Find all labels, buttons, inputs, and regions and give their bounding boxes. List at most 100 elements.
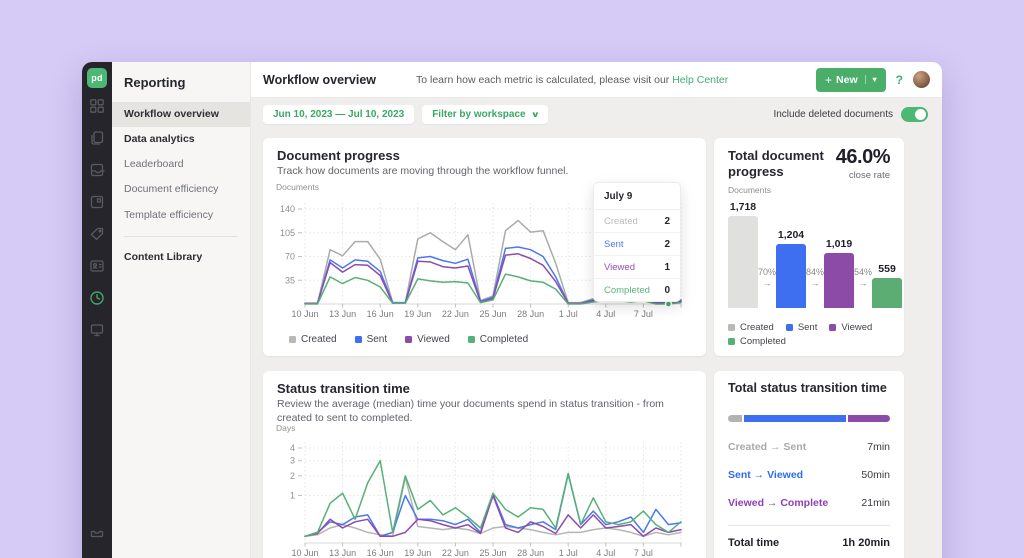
arrow-right-icon: → (763, 278, 772, 290)
document-progress-card: Document progress Track how documents ar… (263, 138, 706, 356)
sidebar-item-leaderboard[interactable]: Leaderboard (112, 152, 250, 177)
right-column: Total document progress 46.0% close rate… (714, 138, 904, 558)
total-document-progress-card: Total document progress 46.0% close rate… (714, 138, 904, 356)
transition-row-viewed-complete: Viewed → Complete 21min (728, 489, 890, 517)
help-center-link[interactable]: Help Center (672, 74, 728, 86)
bar (728, 216, 758, 308)
sidebar-divider (124, 236, 238, 237)
apps-display-icon[interactable] (89, 322, 105, 338)
tooltip-row-created: Created2 (594, 210, 680, 232)
total-status-transition-card: Total status transition time Created → S… (714, 371, 904, 558)
svg-text:22 Jun: 22 Jun (442, 548, 469, 558)
sidebar-item-workflow-overview[interactable]: Workflow overview (112, 102, 250, 127)
reports-icon-active[interactable] (89, 290, 105, 306)
avatar[interactable] (913, 71, 930, 88)
svg-text:19 Jun: 19 Jun (404, 309, 431, 319)
date-range-picker[interactable]: Jun 10, 2023 — Jul 10, 2023 (263, 105, 414, 124)
legend-label: Created (740, 322, 774, 333)
svg-text:25 Jun: 25 Jun (479, 309, 506, 319)
toggle-knob (915, 109, 926, 120)
help-question-icon[interactable]: ? (896, 73, 903, 87)
transition-row-sent-viewed: Sent → Viewed 50min (728, 461, 890, 489)
toggle-label: Include deleted documents (773, 109, 893, 120)
bar-value: 1,204 (778, 229, 804, 241)
documents-icon[interactable] (89, 130, 105, 146)
svg-text:10 Jun: 10 Jun (291, 548, 318, 558)
workspace-filter-dropdown[interactable]: Filter by workspace ∨ (422, 105, 548, 124)
sidebar-item-content-library[interactable]: Content Library (112, 245, 250, 270)
tooltip-label: Sent (604, 239, 624, 250)
content-area: Document progress Track how documents ar… (251, 131, 942, 558)
svg-text:1 Jul: 1 Jul (559, 309, 578, 319)
tooltip-value: 2 (664, 239, 670, 250)
created-swatch (289, 336, 296, 343)
svg-text:2: 2 (290, 471, 295, 481)
legend-item-viewed: Viewed (405, 334, 450, 345)
svg-text:13 Jun: 13 Jun (329, 309, 356, 319)
workspace-filter-label: Filter by workspace (432, 109, 525, 120)
svg-text:22 Jun: 22 Jun (442, 309, 469, 319)
funnel-bar-sent: 1,204 (776, 229, 806, 309)
svg-text:16 Jun: 16 Jun (367, 309, 394, 319)
arrow-right-icon: → (859, 278, 868, 290)
svg-text:1 Jul: 1 Jul (559, 548, 578, 558)
rail-icon-list (89, 98, 105, 338)
tooltip-value: 2 (664, 216, 670, 227)
svg-text:13 Jun: 13 Jun (329, 548, 356, 558)
new-button[interactable]: + New ▾ (816, 68, 886, 92)
inbox-tray-icon[interactable] (89, 523, 105, 539)
sent-swatch (355, 336, 362, 343)
y-axis-label: Days (276, 423, 295, 433)
include-deleted-toggle[interactable] (901, 107, 928, 122)
transition-time: 7min (867, 441, 890, 453)
dashboard-grid-icon[interactable] (89, 98, 105, 114)
svg-text:35: 35 (285, 275, 295, 285)
bar-value: 1,019 (826, 238, 852, 250)
sidebar: Reporting Workflow overview Data analyti… (112, 62, 251, 558)
top-bar: Workflow overview To learn how each metr… (251, 62, 942, 98)
created-swatch (728, 324, 735, 331)
svg-text:19 Jun: 19 Jun (404, 548, 431, 558)
bar-value: 1,718 (730, 201, 756, 213)
total-time-value: 1h 20min (842, 537, 890, 549)
transition-label: Created → Sent (728, 441, 806, 453)
sidebar-item-template-efficiency[interactable]: Template efficiency (112, 203, 250, 228)
svg-text:3: 3 (290, 456, 295, 466)
sidebar-item-document-efficiency[interactable]: Document efficiency (112, 177, 250, 202)
svg-text:10 Jun: 10 Jun (291, 309, 318, 319)
svg-text:4 Jul: 4 Jul (596, 548, 615, 558)
close-rate-value: 46.0% (836, 146, 890, 169)
svg-text:105: 105 (280, 228, 295, 238)
legend-label: Sent (367, 334, 388, 345)
templates-icon[interactable] (89, 194, 105, 210)
sidebar-item-data-analytics[interactable]: Data analytics (112, 127, 250, 152)
svg-text:1: 1 (290, 491, 295, 501)
chart-legend: Created Sent Viewed Completed (289, 334, 528, 345)
deleted-docs-toggle-group: Include deleted documents (773, 107, 928, 122)
status-transition-chart[interactable]: 123410 Jun13 Jun16 Jun19 Jun22 Jun25 Jun… (275, 435, 689, 558)
contacts-icon[interactable] (89, 258, 105, 274)
funnel-bar-viewed: 1,019 (824, 238, 854, 308)
chart-tooltip: July 9 Created2 Sent2 Viewed1 Completed0 (593, 182, 681, 302)
topbar-actions: + New ▾ ? (816, 68, 930, 92)
completed-swatch (468, 336, 475, 343)
pandadoc-logo[interactable]: pd (87, 68, 107, 88)
card-title: Total status transition time (728, 381, 887, 395)
arrow-right-icon: → (811, 278, 820, 290)
legend-label: Completed (740, 336, 786, 347)
svg-text:70: 70 (285, 252, 295, 262)
forms-icon[interactable] (89, 162, 105, 178)
card-subtitle: Review the average (median) time your do… (277, 398, 692, 425)
svg-text:7 Jul: 7 Jul (634, 309, 653, 319)
segment (848, 415, 891, 422)
icon-rail: pd (82, 62, 112, 558)
funnel-step-percent: 70%→ (758, 267, 776, 308)
segment (728, 415, 742, 422)
transition-time: 50min (861, 469, 890, 481)
card-title: Total document progress (728, 148, 833, 181)
bar-value: 559 (878, 263, 896, 275)
funnel-step-percent: 54%→ (854, 267, 872, 308)
catalog-tag-icon[interactable] (89, 226, 105, 242)
y-axis-label: Documents (728, 185, 771, 195)
svg-text:7 Jul: 7 Jul (634, 548, 653, 558)
